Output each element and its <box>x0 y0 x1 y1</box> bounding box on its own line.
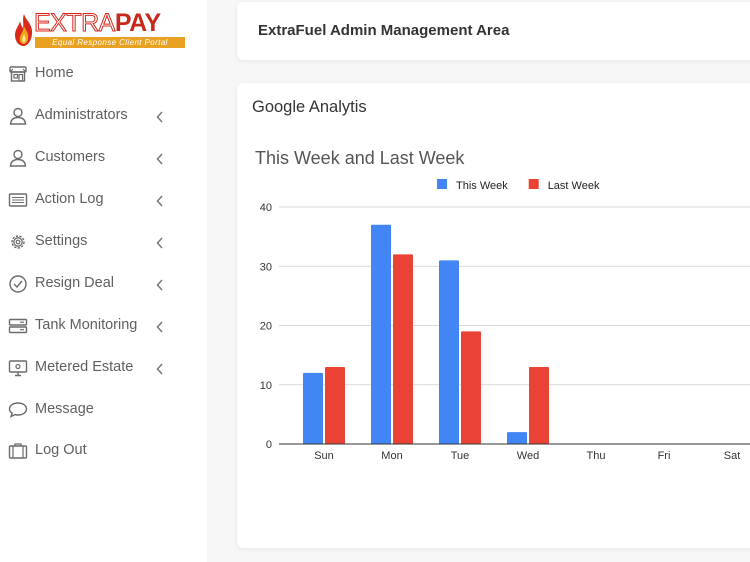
bar-this-week-wed[interactable] <box>507 432 527 444</box>
x-tick-label-sun: Sun <box>314 450 334 462</box>
sidebar-item-message[interactable]: Message <box>0 393 207 429</box>
chevron-left-icon[interactable] <box>155 236 165 250</box>
logout-icon <box>8 443 28 459</box>
legend-swatch-1 <box>528 179 539 189</box>
chevron-left-icon[interactable] <box>155 110 165 124</box>
chevron-left-icon[interactable] <box>155 152 165 166</box>
brand-name-extra: EXTRA <box>34 9 116 37</box>
flame-icon <box>15 14 33 46</box>
bar-this-week-mon[interactable] <box>371 224 391 444</box>
brand-wordmark: EXTRAPAY <box>34 9 162 37</box>
sidebar-item-metered-estate[interactable]: Metered Estate <box>0 351 207 387</box>
sidebar-item-label: Settings <box>35 233 88 249</box>
sidebar-item-label: Action Log <box>35 191 104 207</box>
chart-title: This Week and Last Week <box>255 148 465 168</box>
y-tick-label-4: 40 <box>260 202 272 214</box>
sidebar-item-log-out[interactable]: Log Out <box>0 434 207 470</box>
bar-last-week-wed[interactable] <box>529 366 549 444</box>
analytics-bar-chart: This Week and Last Week This Week Last Wee… <box>255 148 750 462</box>
x-tick-label-mon: Mon <box>381 450 402 462</box>
tank-icon <box>8 318 28 334</box>
extrapay-logo[interactable]: EXTRAPAY Equal Response Client Portal <box>12 9 185 50</box>
x-tick-label-fri: Fri <box>658 450 671 462</box>
chevron-left-icon[interactable] <box>155 362 165 376</box>
y-tick-label-1: 10 <box>260 380 272 392</box>
sidebar-item-action-log[interactable]: Action Log <box>0 183 207 219</box>
chevron-left-icon[interactable] <box>155 194 165 208</box>
sidebar-item-administrators[interactable]: Administrators <box>0 99 207 135</box>
x-tick-label-tue: Tue <box>451 450 470 462</box>
y-tick-label-2: 20 <box>260 321 272 333</box>
bar-this-week-sun[interactable] <box>303 372 323 444</box>
sidebar-item-resign-deal[interactable]: Resign Deal <box>0 267 207 303</box>
clock-icon <box>9 275 27 293</box>
y-tick-label-3: 30 <box>260 261 272 273</box>
analytics-card: Google Analytis This Week and Last Week T… <box>237 83 750 548</box>
legend-swatch-0 <box>437 179 447 189</box>
sidebar-item-label: Administrators <box>35 107 128 123</box>
y-tick-label-0: 0 <box>266 439 272 451</box>
sidebar-item-label: Home <box>35 65 74 81</box>
page-title: ExtraFuel Admin Management Area <box>258 22 510 39</box>
monitor-icon <box>8 360 28 377</box>
x-tick-label-thu: Thu <box>587 450 606 462</box>
sidebar-item-label: Customers <box>35 149 106 165</box>
list-icon <box>8 193 28 207</box>
home-icon <box>9 66 27 82</box>
sidebar-item-label: Tank Monitoring <box>35 317 138 333</box>
bar-last-week-sun[interactable] <box>325 366 345 444</box>
chat-icon <box>8 402 28 418</box>
legend-label-0: This Week <box>456 180 508 192</box>
user-icon <box>9 149 27 167</box>
brand-tagline: Equal Response Client Portal <box>35 37 185 48</box>
sidebar-item-customers[interactable]: Customers <box>0 141 207 177</box>
sidebar-item-home[interactable]: Home <box>0 57 207 93</box>
bar-last-week-tue[interactable] <box>461 331 481 444</box>
sidebar-item-label: Message <box>35 401 94 417</box>
bar-this-week-tue[interactable] <box>439 260 459 444</box>
chevron-left-icon[interactable] <box>155 278 165 292</box>
sidebar-item-label: Metered Estate <box>35 359 134 375</box>
header-card: ExtraFuel Admin Management Area <box>237 2 750 60</box>
x-tick-label-wed: Wed <box>517 450 539 462</box>
sidebar-item-settings[interactable]: Settings <box>0 225 207 261</box>
brand-name-pay: PAY <box>114 9 161 37</box>
sidebar-item-label: Resign Deal <box>35 275 114 291</box>
x-tick-label-sat: Sat <box>724 450 741 462</box>
sidebar-item-label: Log Out <box>35 442 87 458</box>
user-icon <box>9 107 27 125</box>
bar-last-week-mon[interactable] <box>393 254 413 444</box>
chevron-left-icon[interactable] <box>155 320 165 334</box>
sidebar: EXTRAPAY Equal Response Client Portal Ho… <box>0 0 207 562</box>
gear-icon <box>11 235 25 249</box>
legend-label-1: Last Week <box>548 180 600 192</box>
sidebar-item-tank-monitoring[interactable]: Tank Monitoring <box>0 309 207 345</box>
